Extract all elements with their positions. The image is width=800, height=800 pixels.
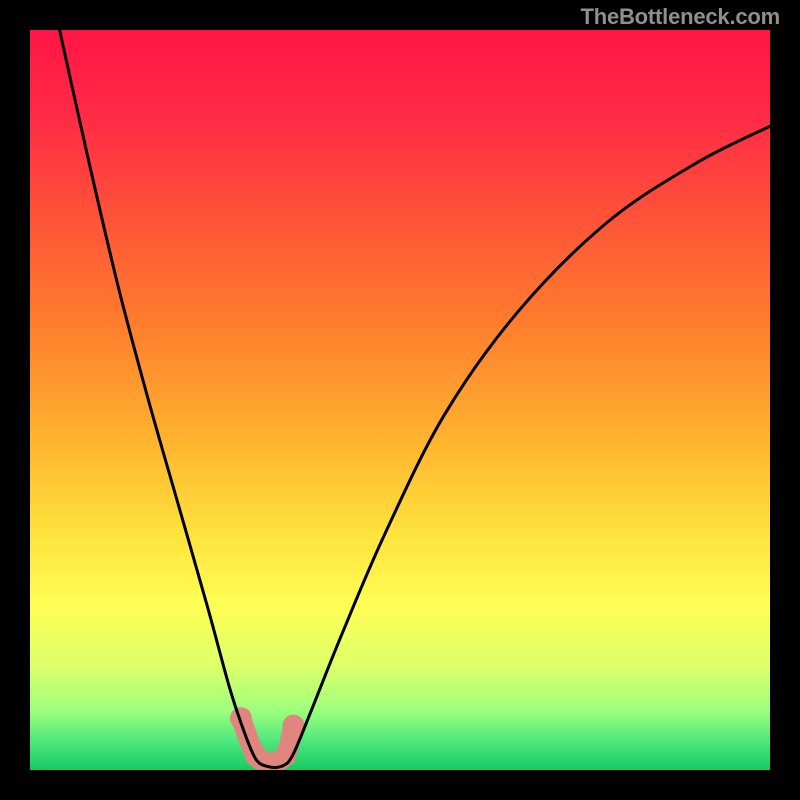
chart-frame: TheBottleneck.com xyxy=(0,0,800,800)
watermark-text: TheBottleneck.com xyxy=(580,4,780,30)
plot-area xyxy=(30,30,770,770)
bottleneck-curve xyxy=(60,30,770,767)
curve-layer xyxy=(30,30,770,770)
highlight-markers xyxy=(230,707,305,770)
